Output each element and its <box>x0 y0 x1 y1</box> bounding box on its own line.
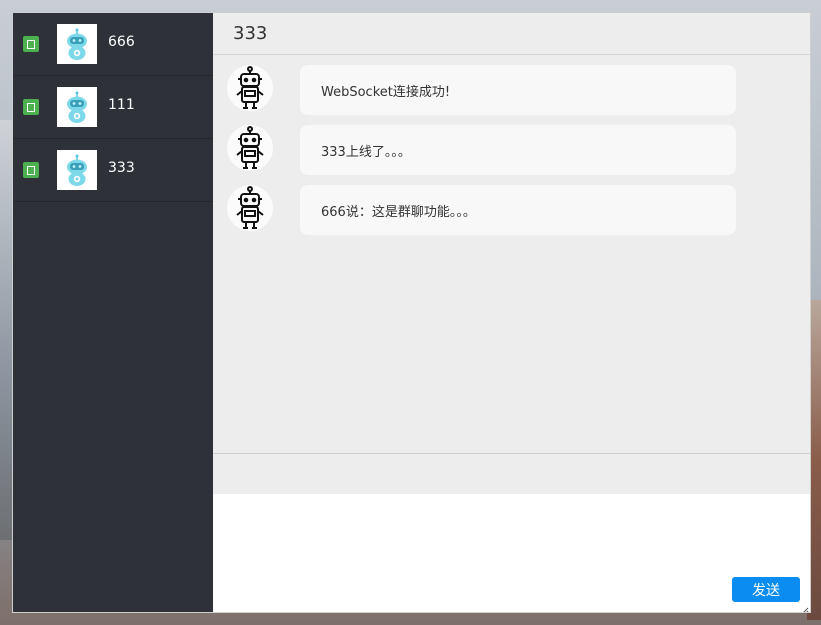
online-status-icon <box>23 162 39 178</box>
message-input[interactable] <box>213 494 810 612</box>
resize-grip-icon[interactable] <box>799 601 809 612</box>
send-button[interactable]: 发送 <box>732 577 800 602</box>
message-bubble: WebSocket连接成功! <box>300 65 736 115</box>
contact-item-333[interactable]: 333 <box>13 139 213 202</box>
robot-line-icon <box>227 65 273 111</box>
input-toolbar <box>213 453 810 495</box>
contact-name: 666 <box>108 34 135 50</box>
contact-list: 666 111 333 <box>13 13 213 612</box>
chat-window: 666 111 333 333 WebSocket连接成功! 333上线了。。。… <box>12 12 811 613</box>
contact-item-111[interactable]: 111 <box>13 76 213 139</box>
robot-line-icon <box>227 185 273 231</box>
robot-avatar-icon <box>57 87 97 127</box>
online-status-icon <box>23 36 39 52</box>
robot-avatar-icon <box>57 150 97 190</box>
message-item: 333上线了。。。 <box>213 125 810 181</box>
message-item: 666说：这是群聊功能。。。 <box>213 185 810 241</box>
message-item: WebSocket连接成功! <box>213 65 810 121</box>
contact-item-666[interactable]: 666 <box>13 13 213 76</box>
contact-name: 333 <box>108 160 135 176</box>
robot-avatar-icon <box>57 24 97 64</box>
message-bubble: 333上线了。。。 <box>300 125 736 175</box>
message-bubble: 666说：这是群聊功能。。。 <box>300 185 736 235</box>
message-list: WebSocket连接成功! 333上线了。。。 666说：这是群聊功能。。。 <box>213 55 810 453</box>
robot-line-icon <box>227 125 273 171</box>
chat-title: 333 <box>213 13 810 55</box>
chat-panel: 333 WebSocket连接成功! 333上线了。。。 666说：这是群聊功能… <box>213 13 810 612</box>
online-status-icon <box>23 99 39 115</box>
contact-name: 111 <box>108 97 135 113</box>
